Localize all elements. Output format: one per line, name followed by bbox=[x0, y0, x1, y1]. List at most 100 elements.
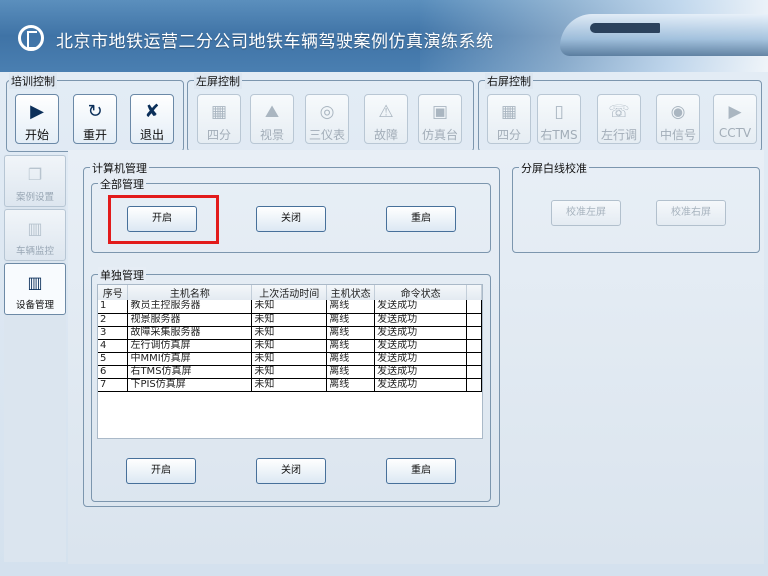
camera-icon: ▶ bbox=[728, 102, 742, 122]
right-cctv-button[interactable]: ▶ CCTV bbox=[713, 94, 757, 144]
cell-index: 7 bbox=[98, 378, 129, 392]
warning-icon: ⚠ bbox=[378, 102, 394, 122]
cell-host-name: 教员主控服务器 bbox=[127, 300, 253, 314]
single-management-title: 单独管理 bbox=[98, 267, 146, 283]
computer-management-title: 计算机管理 bbox=[90, 160, 149, 176]
right-tms-button[interactable]: ▯ 右TMS bbox=[537, 94, 581, 144]
column-header[interactable]: 序号 bbox=[98, 285, 129, 300]
left-screen-control-title: 左屏控制 bbox=[194, 73, 242, 89]
cell-host-status: 离线 bbox=[326, 326, 376, 340]
gauge-icon: ◎ bbox=[319, 102, 335, 122]
single-close-button[interactable]: 关闭 bbox=[256, 458, 326, 484]
host-table: 序号 主机名称 上次活动时间 主机状态 命令状态 1 教员主控服务器 未知 离线… bbox=[97, 284, 483, 439]
cell-last-active: 未知 bbox=[251, 339, 328, 353]
left-quad-split-button[interactable]: ▦ 四分 bbox=[197, 94, 241, 144]
dispatch-icon: ☏ bbox=[608, 102, 630, 122]
cell-command-status: 发送成功 bbox=[374, 352, 468, 366]
column-header[interactable]: 主机状态 bbox=[326, 285, 376, 300]
right-quad-split-button[interactable]: ▦ 四分 bbox=[487, 94, 531, 144]
cell-host-name: 故障采集服务器 bbox=[127, 326, 253, 340]
cell-index: 3 bbox=[98, 326, 129, 340]
cell-host-name: 左行调仿真屏 bbox=[127, 339, 253, 353]
cell-host-name: 右TMS仿真屏 bbox=[127, 365, 253, 379]
split-screen-calibration-title: 分屏白线校准 bbox=[519, 160, 589, 176]
restart-training-button[interactable]: ↻ 重开 bbox=[73, 94, 117, 144]
cell-last-active: 未知 bbox=[251, 378, 328, 392]
train-graphic bbox=[560, 14, 768, 56]
play-icon: ▶ bbox=[30, 101, 44, 122]
cell-host-status: 离线 bbox=[326, 313, 376, 327]
table-header-row: 序号 主机名称 上次活动时间 主机状态 命令状态 bbox=[98, 285, 482, 300]
column-header[interactable]: 命令状态 bbox=[374, 285, 468, 300]
calibrate-left-button[interactable]: 校准左屏 bbox=[551, 200, 621, 226]
table-row[interactable]: 6 右TMS仿真屏 未知 离线 发送成功 bbox=[98, 365, 482, 379]
cell-last-active: 未知 bbox=[251, 365, 328, 379]
cell-last-active: 未知 bbox=[251, 313, 328, 327]
all-management-title: 全部管理 bbox=[98, 176, 146, 192]
left-scene-button[interactable]: ⛰ 视景 bbox=[250, 94, 294, 144]
cell-index: 2 bbox=[98, 313, 129, 327]
cell-last-active: 未知 bbox=[251, 326, 328, 340]
cell-index: 4 bbox=[98, 339, 129, 353]
column-header[interactable]: 主机名称 bbox=[127, 285, 253, 300]
cell-host-status: 离线 bbox=[326, 365, 376, 379]
left-gauge-button[interactable]: ◎ 三仪表 bbox=[305, 94, 349, 144]
signal-icon: ◉ bbox=[670, 102, 686, 122]
single-start-button[interactable]: 开启 bbox=[126, 458, 196, 484]
training-control-title: 培训控制 bbox=[9, 73, 57, 89]
table-row[interactable]: 3 故障采集服务器 未知 离线 发送成功 bbox=[98, 326, 482, 340]
title-bar: 北京市地铁运营二分公司地铁车辆驾驶案例仿真演练系统 bbox=[0, 0, 768, 72]
left-fault-button[interactable]: ⚠ 故障 bbox=[364, 94, 408, 144]
cell-index: 6 bbox=[98, 365, 129, 379]
training-control-group: 培训控制 ▶ 开始 ↻ 重开 ✘ 退出 bbox=[6, 73, 184, 152]
cell-host-status: 离线 bbox=[326, 352, 376, 366]
right-dispatch-button[interactable]: ☏ 左行调 bbox=[597, 94, 641, 144]
all-close-button[interactable]: 关闭 bbox=[256, 206, 326, 232]
cell-command-status: 发送成功 bbox=[374, 378, 468, 392]
quad-split-icon: ▦ bbox=[210, 102, 228, 122]
scene-icon: ⛰ bbox=[264, 102, 280, 122]
cell-host-name: 中MMI仿真屏 bbox=[127, 352, 253, 366]
right-screen-control-title: 右屏控制 bbox=[485, 73, 533, 89]
right-screen-control-group: 右屏控制 ▦ 四分 ▯ 右TMS ☏ 左行调 ◉ 中信号 ▶ CCTV bbox=[478, 73, 762, 152]
exit-icon: ✘ bbox=[144, 101, 160, 122]
calibrate-right-button[interactable]: 校准右屏 bbox=[656, 200, 726, 226]
left-console-button[interactable]: ▣ 仿真台 bbox=[418, 94, 462, 144]
sidebar-item-case-settings[interactable]: ❐ 案例设置 bbox=[4, 155, 66, 207]
console-icon: ▣ bbox=[431, 102, 449, 122]
table-row[interactable]: 4 左行调仿真屏 未知 离线 发送成功 bbox=[98, 339, 482, 353]
app-title: 北京市地铁运营二分公司地铁车辆驾驶案例仿真演练系统 bbox=[56, 32, 494, 52]
start-training-button[interactable]: ▶ 开始 bbox=[15, 94, 59, 144]
table-row[interactable]: 1 教员主控服务器 未知 离线 发送成功 bbox=[98, 300, 482, 314]
side-navigation: ❐ 案例设置 ▥ 车辆监控 ▥ 设备管理 bbox=[4, 155, 66, 562]
exit-training-button[interactable]: ✘ 退出 bbox=[130, 94, 174, 144]
table-row[interactable]: 7 下PIS仿真屏 未知 离线 发送成功 bbox=[98, 378, 482, 392]
vehicle-monitor-icon: ▥ bbox=[27, 219, 43, 238]
all-start-button[interactable]: 开启 bbox=[127, 206, 197, 232]
column-header[interactable]: 上次活动时间 bbox=[251, 285, 328, 300]
cell-host-name: 下PIS仿真屏 bbox=[127, 378, 253, 392]
right-signal-button[interactable]: ◉ 中信号 bbox=[656, 94, 700, 144]
single-restart-button[interactable]: 重启 bbox=[386, 458, 456, 484]
cell-index: 5 bbox=[98, 352, 129, 366]
all-restart-button[interactable]: 重启 bbox=[386, 206, 456, 232]
table-row[interactable]: 2 视景服务器 未知 离线 发送成功 bbox=[98, 313, 482, 327]
cell-index: 1 bbox=[98, 300, 129, 314]
subway-logo-icon bbox=[18, 25, 44, 51]
table-row[interactable]: 5 中MMI仿真屏 未知 离线 发送成功 bbox=[98, 352, 482, 366]
device-management-icon: ▥ bbox=[27, 273, 43, 292]
cell-host-status: 离线 bbox=[326, 300, 376, 314]
cell-command-status: 发送成功 bbox=[374, 365, 468, 379]
cell-last-active: 未知 bbox=[251, 352, 328, 366]
cell-command-status: 发送成功 bbox=[374, 300, 468, 314]
left-screen-control-group: 左屏控制 ▦ 四分 ⛰ 视景 ◎ 三仪表 ⚠ 故障 ▣ 仿真台 bbox=[187, 73, 474, 152]
sidebar-item-device-management[interactable]: ▥ 设备管理 bbox=[4, 263, 66, 315]
sidebar-item-vehicle-monitor[interactable]: ▥ 车辆监控 bbox=[4, 209, 66, 261]
cell-host-status: 离线 bbox=[326, 339, 376, 353]
tms-icon: ▯ bbox=[554, 102, 564, 122]
quad-split-icon: ▦ bbox=[500, 102, 518, 122]
cell-host-status: 离线 bbox=[326, 378, 376, 392]
cell-command-status: 发送成功 bbox=[374, 339, 468, 353]
cell-last-active: 未知 bbox=[251, 300, 328, 314]
case-settings-icon: ❐ bbox=[27, 165, 43, 184]
